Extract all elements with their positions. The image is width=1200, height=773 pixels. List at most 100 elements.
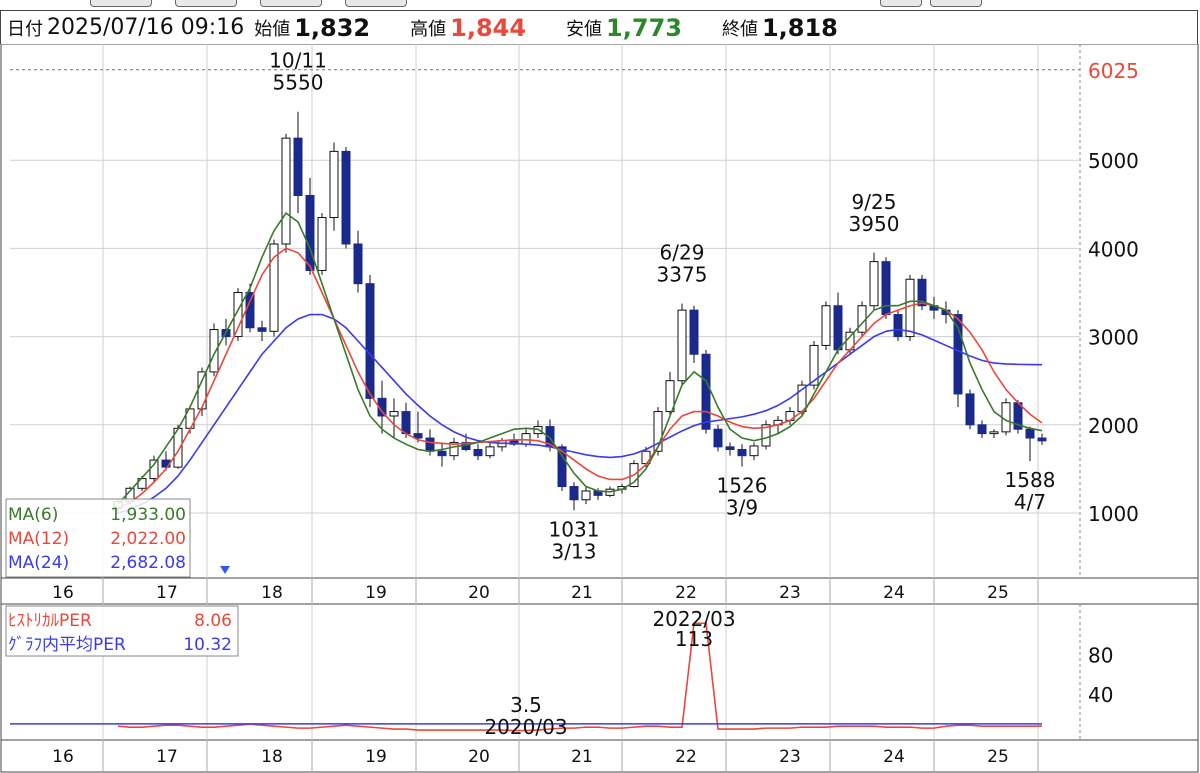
ma24-line xyxy=(117,313,1043,514)
annotation-date: 3/13 xyxy=(552,539,597,563)
candle-down xyxy=(1037,437,1047,442)
candle-down xyxy=(413,433,423,439)
price-tick-label: 3000 xyxy=(1088,326,1139,350)
year-tick-label: 17 xyxy=(156,583,178,603)
annotation-value: 1031 xyxy=(549,517,600,541)
open-value: 1,832 xyxy=(294,13,371,42)
year-tick-label: 19 xyxy=(365,583,387,603)
ma-legend: MA(6) 1,933.00 MA(12) 2,022.00 MA(24) 2,682.0… xyxy=(5,498,230,578)
per-line xyxy=(117,622,1043,732)
year-tick-label: 25 xyxy=(987,747,1009,767)
date-value: 2025/07/16 09:16 xyxy=(47,15,245,40)
candle-down xyxy=(1025,428,1035,439)
per-tick-label: 40 xyxy=(1088,683,1113,707)
candle-down xyxy=(701,353,711,430)
ma-legend-label: MA(24) xyxy=(8,553,69,573)
year-tick-label: 23 xyxy=(779,747,801,767)
year-tick-label: 25 xyxy=(987,583,1009,603)
candle-down xyxy=(965,393,975,426)
candle-up xyxy=(521,433,531,445)
annotation-date: 3/9 xyxy=(726,496,758,520)
annotation-date: 4/7 xyxy=(1014,490,1046,514)
per-annotation-value: 2020/03 xyxy=(484,715,567,739)
year-tick-label: 21 xyxy=(571,583,593,603)
max-price-label: 6025 xyxy=(1088,59,1139,83)
per-legend: ﾋｽﾄﾘｶﾙPER 8.06 ｸﾞﾗﾌ内平均PER 10.32 xyxy=(5,605,239,657)
price-header: 日付 2025/07/16 09:16 始値 1,832 高値 1,844 安値… xyxy=(0,10,1198,44)
price-panel[interactable]: 1000 2000 3000 4000 5000 6025 16 17 18 19 20 21 22 23… xyxy=(0,44,1199,773)
per-panel[interactable]: 16 17 18 19 20 21 22 23 24 2540803.52020/032022/0… xyxy=(1,604,1198,772)
year-tick-label: 24 xyxy=(883,583,905,603)
price-tick-label: 2000 xyxy=(1088,414,1139,438)
year-tick-label: 22 xyxy=(675,583,697,603)
candle-up xyxy=(317,217,327,271)
candle-up xyxy=(989,431,999,435)
annotation-value: 1526 xyxy=(717,474,768,498)
year-tick-label: 16 xyxy=(52,747,74,767)
year-tick-label: 16 xyxy=(52,583,74,603)
candle-up xyxy=(281,137,291,245)
candle-down xyxy=(341,150,351,245)
price-tick-label: 4000 xyxy=(1088,237,1139,261)
annotation-date: 6/29 xyxy=(660,241,705,265)
price-tick-label: 5000 xyxy=(1088,149,1139,173)
per-avg-legend-value: 10.32 xyxy=(183,635,232,655)
legend-collapse-icon xyxy=(220,566,230,574)
candle-down xyxy=(401,411,411,435)
annotation-date: 10/11 xyxy=(269,49,327,73)
candle-down xyxy=(437,450,447,457)
year-tick-label: 23 xyxy=(779,583,801,603)
candle-down xyxy=(473,448,483,457)
candle-down xyxy=(569,486,579,501)
candle-up xyxy=(749,445,759,457)
candle-up xyxy=(581,490,591,501)
per-annotation-value: 113 xyxy=(675,627,713,651)
candle-up xyxy=(197,371,207,410)
per-tick-label: 80 xyxy=(1088,644,1113,668)
candle-down xyxy=(689,309,699,355)
year-tick-label: 18 xyxy=(261,747,283,767)
ma-legend-label: MA(6) xyxy=(8,505,58,525)
high-value: 1,844 xyxy=(450,13,527,42)
year-tick-label: 20 xyxy=(468,583,490,603)
candle-down xyxy=(305,194,315,271)
candle-down xyxy=(725,446,735,450)
date-label: 日付 xyxy=(7,18,43,40)
candle-down xyxy=(713,428,723,448)
year-tick-label: 18 xyxy=(261,583,283,603)
candle-down xyxy=(977,424,987,435)
open-label: 始値 xyxy=(254,18,291,40)
candle-up xyxy=(821,305,831,346)
candle-up xyxy=(485,446,495,457)
candle-down xyxy=(737,448,747,457)
high-label: 高値 xyxy=(410,18,447,40)
candle-down xyxy=(293,137,303,196)
annotation-value: 3950 xyxy=(849,212,900,236)
stock-chart[interactable]: 1000 2000 3000 4000 5000 6025 16 17 18 19 20 21 22 23… xyxy=(0,44,1200,773)
candle-down xyxy=(365,283,375,399)
annotation-value: 3375 xyxy=(657,263,708,287)
year-tick-label: 20 xyxy=(468,747,490,767)
annotation-date: 9/25 xyxy=(852,190,897,214)
ma12-line xyxy=(117,247,1043,510)
ma-legend-label: MA(12) xyxy=(8,529,69,549)
candle-up xyxy=(869,261,879,307)
candle-up xyxy=(1001,402,1011,433)
year-tick-label: 22 xyxy=(675,747,697,767)
year-tick-label: 19 xyxy=(365,747,387,767)
per-legend-label: ﾋｽﾄﾘｶﾙPER xyxy=(8,611,92,631)
candle-down xyxy=(245,292,255,329)
candle-down xyxy=(833,305,843,351)
candle-up xyxy=(389,411,399,417)
candle-up xyxy=(905,278,915,338)
annotation-value: 1588 xyxy=(1005,468,1056,492)
annotation-value: 5550 xyxy=(273,71,324,95)
ma-legend-value: 1,933.00 xyxy=(110,505,186,525)
ma-legend-value: 2,022.00 xyxy=(110,529,186,549)
low-label: 安値 xyxy=(566,18,603,40)
candle-up xyxy=(149,459,159,480)
per-legend-value: 8.06 xyxy=(194,611,232,631)
low-value: 1,773 xyxy=(606,13,682,42)
year-tick-label: 17 xyxy=(156,747,178,767)
close-value: 1,818 xyxy=(761,13,838,42)
